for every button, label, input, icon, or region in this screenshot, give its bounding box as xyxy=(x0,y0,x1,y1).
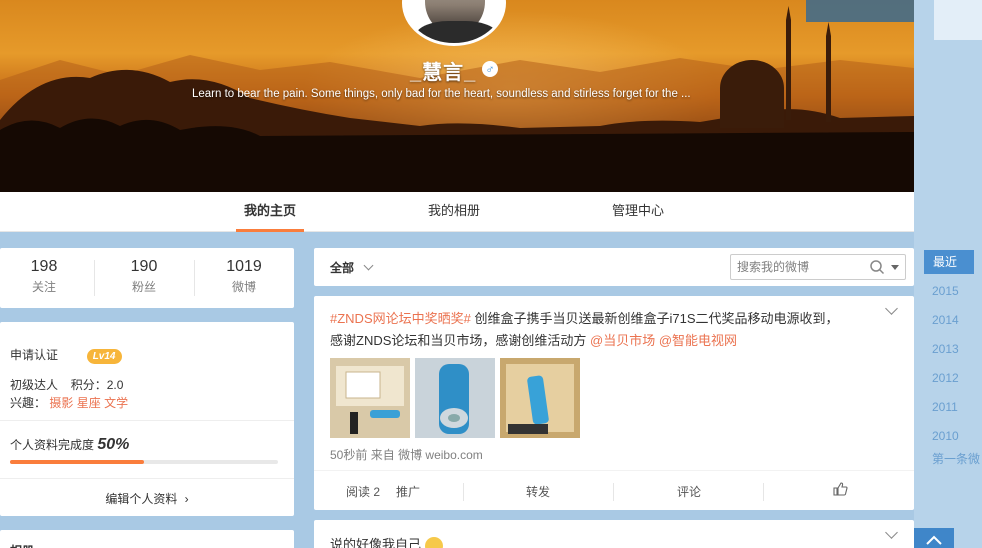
mention-link[interactable]: @智能电视网 xyxy=(659,333,737,348)
interest-tag[interactable]: 摄影 xyxy=(49,396,73,410)
mention-link[interactable]: @当贝市场 xyxy=(590,333,655,348)
emoji-icon xyxy=(424,536,443,548)
comment-button[interactable]: 评论 xyxy=(677,483,701,500)
tab-manage-center[interactable]: 管理中心 xyxy=(604,192,672,232)
divider xyxy=(0,478,294,479)
stat-followers[interactable]: 190 粉丝 xyxy=(95,258,193,295)
apply-verify-link[interactable]: 申请认证 xyxy=(10,348,58,362)
filter-all-label: 全部 xyxy=(330,261,355,275)
promote-button[interactable]: 推广 xyxy=(396,483,420,500)
post-source-link[interactable]: 微博 weibo.com xyxy=(398,448,483,462)
filter-all-dropdown[interactable]: 全部 xyxy=(330,259,374,276)
post-source-prefix: 来自 xyxy=(370,448,395,462)
verify-row: 申请认证 Lv14 xyxy=(10,346,122,364)
search-dropdown-icon[interactable] xyxy=(891,265,899,270)
profile-nickname[interactable]: _慧言_ xyxy=(410,56,476,85)
stat-following[interactable]: 198 关注 xyxy=(0,258,93,295)
back-to-top-button[interactable] xyxy=(914,528,954,548)
interests-label: 兴趣： xyxy=(10,396,47,410)
search-icon[interactable] xyxy=(869,259,885,275)
gender-male-icon: ♂ xyxy=(482,61,498,77)
post-text: #ZNDS网论坛中奖晒奖# 创维盒子携手当贝送最新创维盒子i71S二代奖品移动电… xyxy=(330,308,870,352)
rank-row: 初级达人 积分：2.0 xyxy=(10,376,123,393)
post-text: 说的好像我自己 xyxy=(330,534,443,548)
tab-my-home[interactable]: 我的主页 xyxy=(236,192,304,232)
completion-row: 个人资料完成度 50% xyxy=(10,436,129,454)
weibo-search-input[interactable] xyxy=(737,259,861,275)
stat-followers-count: 190 xyxy=(130,258,158,275)
stat-followers-label: 粉丝 xyxy=(131,280,156,294)
timeline-year[interactable]: 2013 xyxy=(932,342,959,356)
action-divider xyxy=(463,483,464,501)
action-divider xyxy=(763,483,764,501)
post-meta: 50秒前 来自 微博 weibo.com xyxy=(330,446,483,463)
level-badge[interactable]: Lv14 xyxy=(86,349,122,364)
post-text-line1: 说的好像我自己 xyxy=(330,537,422,548)
read-count: 阅读 2 xyxy=(346,485,381,499)
interests-row: 兴趣： 摄影 星座 文学 xyxy=(10,394,128,411)
weibo-search-box xyxy=(730,254,906,280)
weibo-post: #ZNDS网论坛中奖晒奖# 创维盒子携手当贝送最新创维盒子i71S二代奖品移动电… xyxy=(314,296,914,510)
post-image-thumbnail[interactable] xyxy=(500,358,580,438)
stat-weibo[interactable]: 1019 微博 xyxy=(195,258,293,295)
sidebar-corner-panel xyxy=(934,0,982,40)
stat-following-label: 关注 xyxy=(31,280,56,294)
arrow-up-icon xyxy=(926,535,942,545)
stats-card: 198 关注 190 粉丝 1019 微博 xyxy=(0,248,294,308)
avatar-shirt xyxy=(415,21,499,43)
action-divider xyxy=(613,483,614,501)
stat-following-count: 198 xyxy=(30,258,58,275)
avatar[interactable] xyxy=(402,0,506,46)
timeline-year[interactable]: 2014 xyxy=(932,313,959,327)
tab-my-album[interactable]: 我的相册 xyxy=(420,192,488,232)
completion-progress-bar xyxy=(10,460,278,464)
timeline-year[interactable]: 2011 xyxy=(932,400,958,414)
photos-card-title: 相册 xyxy=(10,542,34,548)
profile-cover: _慧言_ ♂ Learn to bear the pain. Some thin… xyxy=(0,0,914,192)
completion-progress-fill xyxy=(10,460,144,464)
chevron-right-icon: › xyxy=(184,492,189,506)
timeline-year[interactable]: 2015 xyxy=(932,284,959,298)
interest-tag[interactable]: 星座 xyxy=(77,396,101,410)
profile-info-card: 申请认证 Lv14 初级达人 积分：2.0 兴趣： 摄影 星座 文学 个人资料完… xyxy=(0,322,294,516)
timeline-year[interactable]: 2010 xyxy=(932,429,959,443)
post-image-thumbnail[interactable] xyxy=(330,358,410,438)
post-text-line1: 创维盒子携手当贝送最新创维盒子i71S二代奖品移动电源收到， xyxy=(470,311,839,326)
chevron-down-icon xyxy=(363,260,374,271)
edit-profile-link[interactable]: 编辑个人资料 › xyxy=(0,490,294,507)
points-value: 2.0 xyxy=(106,378,124,392)
completion-label: 个人资料完成度 xyxy=(10,438,95,452)
edit-profile-label: 编辑个人资料 xyxy=(105,492,178,506)
points-label: 积分： xyxy=(70,378,107,392)
profile-tabbar: 我的主页 我的相册 管理中心 xyxy=(0,192,914,232)
like-thumbs-up-icon[interactable] xyxy=(832,481,848,497)
post-time-link[interactable]: 50秒前 xyxy=(330,448,367,462)
post-text-line2: 感谢ZNDS论坛和当贝市场，感谢创维活动方 xyxy=(330,333,591,348)
timeline-recent[interactable]: 最近 xyxy=(924,250,974,274)
feed-filter-bar: 全部 xyxy=(314,248,914,286)
divider xyxy=(0,420,294,421)
stat-weibo-count: 1019 xyxy=(226,258,262,275)
rank-label: 初级达人 xyxy=(10,378,59,392)
timeline-first-post[interactable]: 第一条微 xyxy=(932,450,980,467)
post-image-thumbnail[interactable] xyxy=(415,358,495,438)
post-menu-chevron-icon[interactable] xyxy=(885,526,898,539)
interest-tag[interactable]: 文学 xyxy=(104,396,128,410)
post-menu-chevron-icon[interactable] xyxy=(885,302,898,315)
completion-value: 50% xyxy=(97,436,130,453)
profile-motto: Learn to bear the pain. Some things, onl… xyxy=(192,88,691,100)
photos-card: 相册 xyxy=(0,530,294,548)
stat-weibo-label: 微博 xyxy=(231,280,256,294)
post-topic-link[interactable]: #ZNDS网论坛中奖晒奖# xyxy=(330,311,471,326)
post-actions: 阅读 2 推广 转发 评论 xyxy=(314,470,914,510)
weibo-post: 说的好像我自己 xyxy=(314,520,914,548)
timeline-year[interactable]: 2012 xyxy=(932,371,959,385)
repost-button[interactable]: 转发 xyxy=(526,483,550,500)
